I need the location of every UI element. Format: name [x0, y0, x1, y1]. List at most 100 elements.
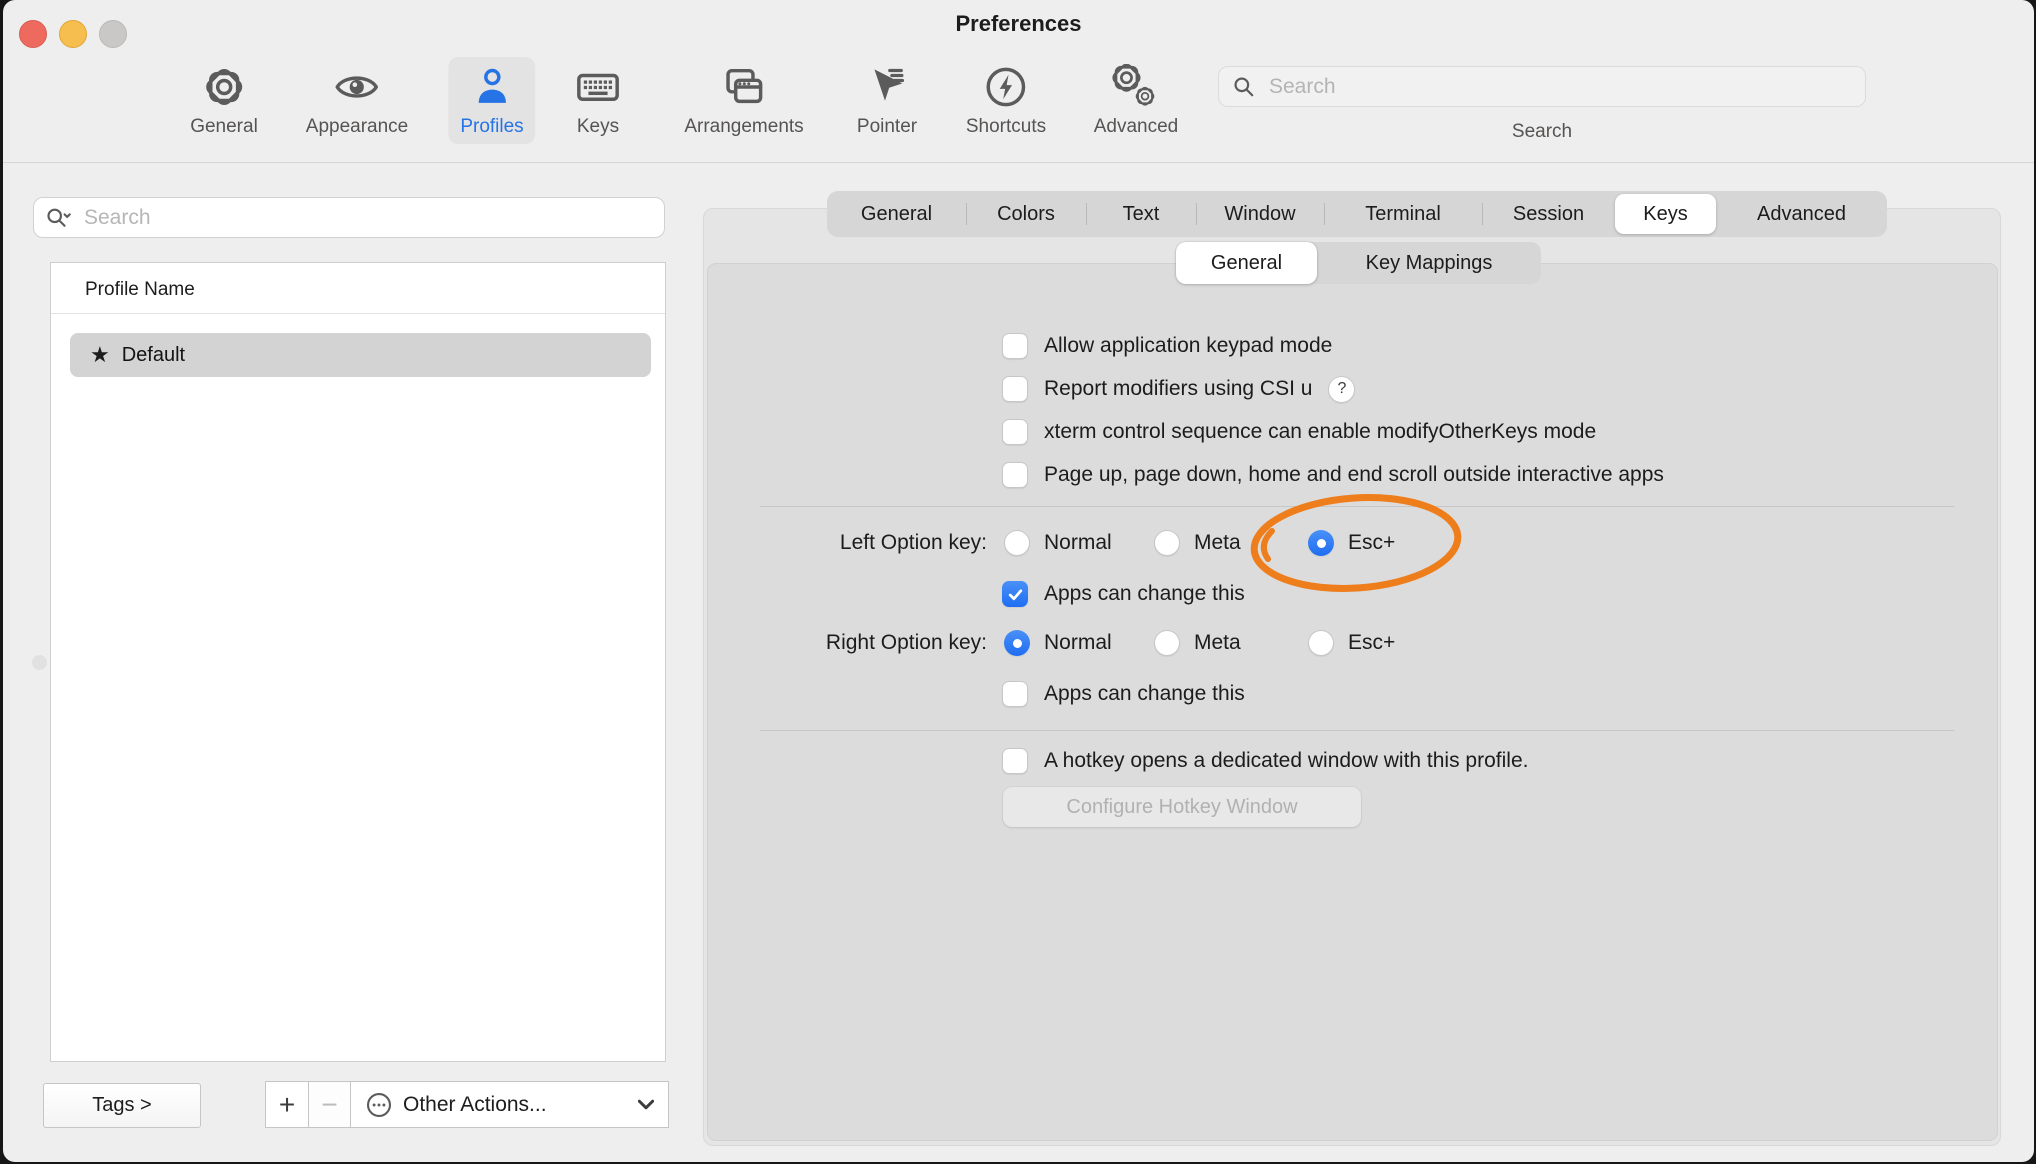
tab-colors[interactable]: Colors: [966, 191, 1086, 237]
lightning-icon: [983, 59, 1029, 115]
circle-ellipsis-icon: [365, 1091, 393, 1119]
windows-icon: [719, 59, 769, 115]
right-option-key-label: Right Option key:: [704, 629, 987, 657]
search-icon: [1231, 74, 1257, 100]
toolbar-item-label: Keys: [577, 116, 619, 138]
subtab-key-mappings[interactable]: Key Mappings: [1317, 242, 1541, 284]
screenshot: Preferences General Appearance: [0, 0, 2036, 1164]
radio-button[interactable]: [1308, 530, 1334, 556]
configure-hotkey-label: Configure Hotkey Window: [1066, 796, 1297, 819]
gear-icon: [201, 59, 247, 115]
profile-list-header-divider: [51, 313, 665, 314]
checkbox-row-csi-u[interactable]: Report modifiers using CSI u ?: [1002, 375, 1355, 403]
checkbox-row-hotkey-window[interactable]: A hotkey opens a dedicated window with t…: [1002, 747, 1528, 775]
checkbox-row-keypad-mode[interactable]: Allow application keypad mode: [1002, 332, 1332, 360]
profile-row-default[interactable]: ★ Default: [70, 333, 651, 377]
radio-button[interactable]: [1004, 630, 1030, 656]
toolbar-item-general[interactable]: General: [178, 57, 270, 144]
toolbar-search-input[interactable]: [1267, 74, 1853, 100]
help-button[interactable]: ?: [1328, 376, 1355, 403]
section-divider: [760, 730, 1954, 731]
tags-button-label: Tags >: [92, 1094, 151, 1117]
radio-left-esc[interactable]: Esc+: [1308, 529, 1395, 557]
profile-search-field[interactable]: [33, 197, 665, 238]
chevron-down-icon: [638, 1099, 654, 1110]
preferences-toolbar: General Appearance Profiles: [3, 57, 2034, 147]
subtab-general[interactable]: General: [1176, 242, 1317, 284]
radio-button[interactable]: [1154, 630, 1180, 656]
checkbox[interactable]: [1002, 748, 1028, 774]
toolbar-item-label: Pointer: [857, 116, 917, 138]
checkbox[interactable]: [1002, 462, 1028, 488]
tab-text[interactable]: Text: [1086, 191, 1196, 237]
plus-icon: +: [279, 1089, 295, 1121]
toolbar-search-field[interactable]: [1218, 66, 1866, 107]
tab-terminal[interactable]: Terminal: [1324, 191, 1482, 237]
keyboard-icon: [571, 59, 625, 115]
toolbar-item-advanced[interactable]: Advanced: [1082, 57, 1191, 144]
tab-general[interactable]: General: [827, 191, 966, 237]
preferences-window: Preferences General Appearance: [3, 0, 2034, 1162]
tab-window[interactable]: Window: [1196, 191, 1324, 237]
radio-button[interactable]: [1004, 530, 1030, 556]
search-menu-icon: [44, 205, 74, 231]
radio-left-normal[interactable]: Normal: [1004, 529, 1112, 557]
other-actions-label: Other Actions...: [403, 1093, 638, 1117]
toolbar-search-label: Search: [1218, 121, 1866, 143]
gears-icon: [1111, 59, 1161, 115]
toolbar-item-appearance[interactable]: Appearance: [294, 57, 420, 144]
toolbar-item-label: Advanced: [1094, 116, 1179, 138]
radio-button[interactable]: [1154, 530, 1180, 556]
cursor-icon: [864, 59, 910, 115]
tags-button[interactable]: Tags >: [43, 1083, 201, 1128]
checkbox[interactable]: [1002, 376, 1028, 402]
toolbar-item-arrangements[interactable]: Arrangements: [672, 57, 815, 144]
toolbar-item-label: Appearance: [306, 116, 408, 138]
checkbox[interactable]: [1002, 419, 1028, 445]
checkbox-row-left-apps-can-change[interactable]: Apps can change this: [1002, 580, 1245, 608]
toolbar-item-label: Arrangements: [684, 116, 803, 138]
other-actions-button[interactable]: Other Actions...: [351, 1081, 669, 1128]
profile-settings-panel: General Colors Text Window Terminal Sess…: [703, 208, 2001, 1146]
profile-actions-group: + − Other Actions...: [265, 1081, 669, 1128]
checkbox[interactable]: [1002, 333, 1028, 359]
add-profile-button[interactable]: +: [265, 1081, 309, 1128]
window-title: Preferences: [3, 11, 2034, 37]
person-icon: [469, 59, 515, 115]
configure-hotkey-button[interactable]: Configure Hotkey Window: [1003, 787, 1361, 827]
profile-search-input[interactable]: [82, 205, 654, 231]
toolbar-item-shortcuts[interactable]: Shortcuts: [954, 57, 1058, 144]
toolbar-divider: [3, 162, 2034, 163]
eye-icon: [331, 59, 383, 115]
radio-right-normal[interactable]: Normal: [1004, 629, 1112, 657]
checkbox[interactable]: [1002, 681, 1028, 707]
toolbar-item-label: General: [190, 116, 258, 138]
toolbar-item-pointer[interactable]: Pointer: [845, 57, 929, 144]
tab-session[interactable]: Session: [1482, 191, 1615, 237]
profile-list-column-header: Profile Name: [85, 277, 195, 303]
checkbox-row-modify-other-keys[interactable]: xterm control sequence can enable modify…: [1002, 418, 1596, 446]
checkbox-row-scroll-outside[interactable]: Page up, page down, home and end scroll …: [1002, 461, 1664, 489]
radio-right-esc[interactable]: Esc+: [1308, 629, 1395, 657]
profile-list: Profile Name ★ Default: [50, 262, 666, 1062]
radio-right-meta[interactable]: Meta: [1154, 629, 1241, 657]
star-icon: ★: [90, 342, 110, 368]
minus-icon: −: [321, 1089, 337, 1121]
remove-profile-button[interactable]: −: [309, 1081, 351, 1128]
keys-subtab-bar: General Key Mappings: [1176, 242, 1541, 284]
tab-advanced[interactable]: Advanced: [1716, 191, 1887, 237]
toolbar-item-label: Profiles: [460, 116, 523, 138]
checkbox[interactable]: [1002, 581, 1028, 607]
radio-left-meta[interactable]: Meta: [1154, 529, 1241, 557]
profile-name: Default: [122, 344, 185, 367]
radio-button[interactable]: [1308, 630, 1334, 656]
toolbar-item-keys[interactable]: Keys: [559, 57, 637, 144]
section-divider: [760, 506, 1954, 507]
left-option-key-label: Left Option key:: [704, 529, 987, 557]
checkbox-row-right-apps-can-change[interactable]: Apps can change this: [1002, 680, 1245, 708]
toolbar-item-profiles[interactable]: Profiles: [448, 57, 535, 144]
toolbar-item-label: Shortcuts: [966, 116, 1046, 138]
profile-tab-bar: General Colors Text Window Terminal Sess…: [827, 191, 1887, 237]
tab-keys[interactable]: Keys: [1615, 194, 1716, 234]
pane-splitter-handle[interactable]: [32, 655, 47, 670]
